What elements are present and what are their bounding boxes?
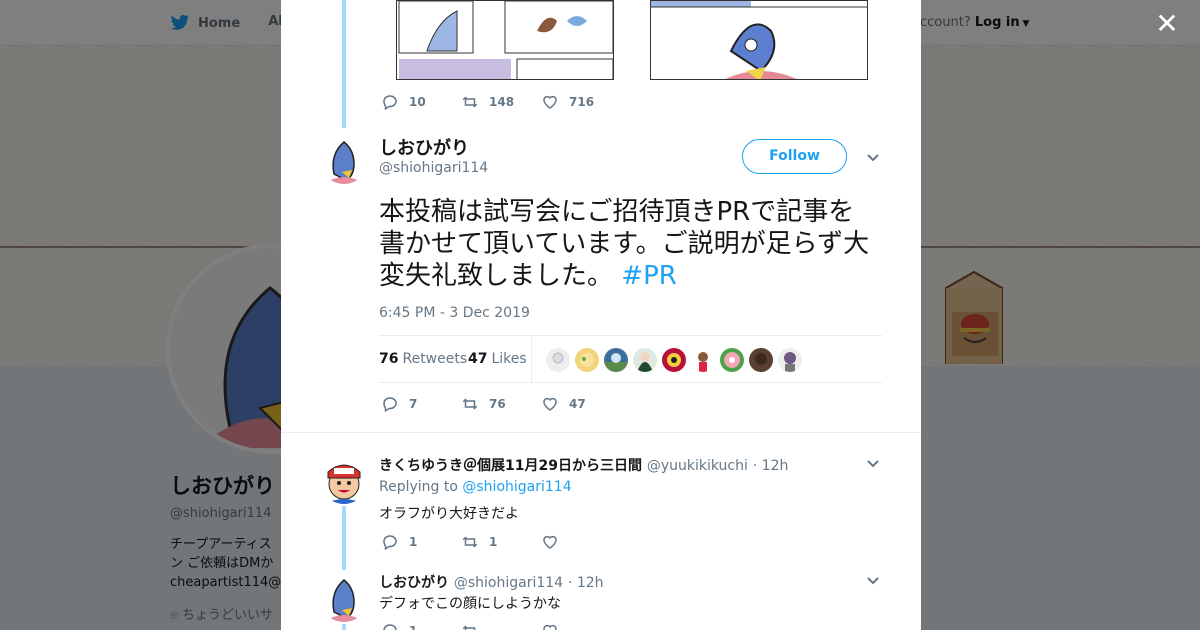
reply-icon: [383, 397, 397, 413]
reply-author-handle: @yuukikikuchi: [646, 458, 748, 474]
likes-stat-count: 47: [468, 351, 488, 367]
retweet-icon: [462, 398, 478, 410]
chevron-down-icon[interactable]: [865, 572, 881, 588]
reply-author-handle: @shiohigari114: [453, 575, 564, 591]
reply-author[interactable]: しおひがり @shiohigari114 · 12h: [379, 572, 604, 592]
retweets-stat[interactable]: 76 Retweets: [379, 351, 467, 367]
close-icon[interactable]: ✕: [1154, 10, 1180, 38]
reply-count: 1: [409, 535, 418, 549]
thread-line: [342, 0, 346, 128]
like-count: 716: [569, 95, 595, 109]
retweet-icon: [462, 536, 478, 548]
avatar-illustration: [320, 456, 368, 504]
chevron-down-icon[interactable]: [865, 149, 881, 165]
chevron-down-icon[interactable]: [865, 455, 881, 471]
like-action[interactable]: [541, 622, 621, 630]
reply-action[interactable]: 10: [381, 93, 461, 111]
replies-divider: [281, 432, 921, 440]
liker-avatar[interactable]: [778, 348, 802, 372]
stats-divider: [531, 336, 532, 382]
main-tweet-avatar[interactable]: [320, 136, 368, 184]
retweet-action[interactable]: 148: [461, 93, 541, 111]
retweet-action[interactable]: [461, 622, 541, 630]
main-tweet-timestamp[interactable]: 6:45 PM - 3 Dec 2019: [379, 305, 530, 321]
avatar-illustration: [320, 136, 368, 184]
comic-image-art: [397, 1, 613, 79]
retweet-count: 76: [489, 397, 506, 411]
tweet-stats: 76 Retweets 47 Likes: [379, 335, 882, 383]
previous-tweet-actions: 10 148 716: [381, 93, 621, 111]
reply-action[interactable]: 7: [381, 395, 461, 413]
liker-avatar[interactable]: [546, 348, 570, 372]
reply-author-name: しおひがり: [379, 575, 449, 591]
previous-tweet-media[interactable]: [396, 0, 871, 80]
retweet-action[interactable]: 76: [461, 395, 541, 413]
heart-icon: [543, 397, 557, 411]
main-tweet-text: 本投稿は試写会にご招待頂きPRで記事を書かせて頂いています。ご説明が足らず大変失…: [379, 196, 879, 292]
reply-icon: [383, 624, 397, 630]
main-tweet-author-name[interactable]: しおひがり: [379, 134, 469, 160]
retweets-stat-count: 76: [379, 351, 399, 367]
liker-avatar[interactable]: [720, 348, 744, 372]
thread-line: [342, 624, 346, 630]
avatar-illustration: [320, 574, 368, 622]
thread-line: [342, 506, 346, 570]
heart-icon: [543, 624, 557, 630]
reply-action[interactable]: 1: [381, 622, 461, 630]
main-tweet-actions: 7 76 47: [381, 395, 621, 413]
retweets-stat-label: Retweets: [402, 351, 468, 367]
liker-avatar[interactable]: [691, 348, 715, 372]
like-action[interactable]: 716: [541, 93, 621, 111]
comic-image[interactable]: [396, 0, 614, 80]
reply-count: 7: [409, 397, 418, 411]
retweet-icon: [462, 96, 478, 108]
reply-icon: [383, 95, 397, 111]
retweet-count: 1: [489, 535, 498, 549]
liker-avatar[interactable]: [575, 348, 599, 372]
reply-text: オラフがり大好きだよ: [379, 506, 519, 522]
comic-image[interactable]: [650, 0, 868, 80]
replying-to-link[interactable]: @shiohigari114: [462, 479, 571, 495]
likes-stat-label: Likes: [491, 351, 527, 367]
retweet-action[interactable]: 1: [461, 533, 541, 551]
heart-icon: [543, 95, 557, 109]
like-action[interactable]: 47: [541, 395, 621, 413]
reply-text: デフォでこの顔にしようかな: [379, 596, 561, 612]
follow-button[interactable]: Follow: [742, 139, 847, 174]
reply-count: 1: [409, 624, 417, 630]
reply-author[interactable]: きくちゆうき＠個展11月29日から三日間 @yuukikikuchi · 12h: [379, 455, 788, 475]
liker-avatar[interactable]: [749, 348, 773, 372]
reply-author-name: きくちゆうき＠個展11月29日から三日間: [379, 458, 642, 474]
reply-actions: 1: [381, 622, 621, 630]
replying-to-prefix: Replying to: [379, 479, 458, 495]
comic-image-art: [651, 1, 867, 79]
reply-timestamp[interactable]: · 12h: [753, 458, 789, 474]
hashtag-link[interactable]: #PR: [621, 261, 677, 291]
reply-avatar[interactable]: [320, 456, 368, 504]
reply-action[interactable]: 1: [381, 533, 461, 551]
like-action[interactable]: [541, 533, 621, 551]
liker-avatar[interactable]: [633, 348, 657, 372]
heart-icon: [543, 535, 557, 549]
liker-avatar[interactable]: [662, 348, 686, 372]
likes-stat[interactable]: 47 Likes: [468, 351, 527, 367]
main-tweet-author-handle[interactable]: @shiohigari114: [379, 160, 488, 176]
retweet-icon: [462, 625, 476, 630]
reply-actions: 1 1: [381, 533, 621, 551]
replying-to: Replying to @shiohigari114: [379, 479, 572, 495]
tweet-permalink-modal: 10 148 716 しおひがり @shiohigari114 Follow 本…: [281, 0, 921, 630]
retweet-count: 148: [489, 95, 515, 109]
reply-avatar[interactable]: [320, 574, 368, 622]
reply-icon: [383, 535, 397, 551]
reply-count: 10: [409, 95, 426, 109]
liker-avatar[interactable]: [604, 348, 628, 372]
like-count: 47: [569, 397, 586, 411]
reply-timestamp[interactable]: · 12h: [568, 575, 604, 591]
